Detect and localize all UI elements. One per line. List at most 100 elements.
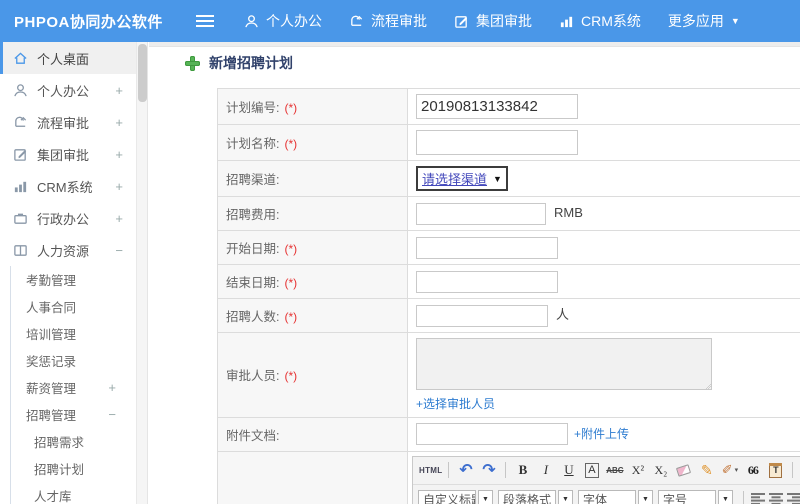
sidebar-subitem-hr-contract[interactable]: 人事合同: [11, 293, 136, 320]
edit-icon: [14, 148, 27, 161]
topnav-group-approval[interactable]: 集团审批: [454, 11, 532, 31]
align-left-button[interactable]: [751, 493, 765, 504]
collapse-icon[interactable]: −: [108, 407, 116, 422]
attachment-input[interactable]: [416, 423, 568, 446]
sidebar-item-workflow-approval[interactable]: 流程审批 +: [0, 106, 136, 138]
sidebar-item-crm-system[interactable]: CRM系统 +: [0, 170, 136, 202]
strikethrough-button[interactable]: ABC: [604, 460, 625, 481]
sidebar-item-admin-office[interactable]: 行政办公 +: [0, 202, 136, 234]
page-title: 新增招聘计划: [185, 53, 293, 73]
start-date-input[interactable]: [416, 236, 558, 259]
bold-button[interactable]: B: [512, 460, 533, 481]
bar-chart-icon: [560, 16, 573, 27]
paragraph-format-combo[interactable]: 段落格式 ▼: [498, 489, 573, 504]
content-top-strip: [149, 42, 800, 47]
headcount-input[interactable]: [416, 304, 548, 327]
channel-select[interactable]: 请选择渠道 ▼: [416, 166, 508, 191]
remove-format-button[interactable]: [673, 460, 694, 481]
caret-down-icon[interactable]: ▼: [638, 489, 653, 504]
align-right-icon: [787, 493, 800, 504]
form-row-plan-name: 计划名称: (*): [217, 124, 800, 161]
topnav-more-apps[interactable]: 更多应用 ▼: [668, 11, 740, 31]
sidebar-item-group-approval[interactable]: 集团审批 +: [0, 138, 136, 170]
end-date-input[interactable]: [416, 270, 558, 293]
expand-icon[interactable]: +: [115, 83, 123, 98]
caret-down-icon[interactable]: ▼: [478, 489, 493, 504]
sidebar-subitem-recruit-plan[interactable]: 招聘计划: [11, 455, 136, 482]
form-row-content-editor: HTML ↶ ↷ B I U A ABC X² X₂ ✎ ✐ ▾ 66 T 自定…: [217, 450, 800, 504]
sidebar: 个人桌面 个人办公 + 流程审批 + 集团审批 + CRM系统 + 行政办公 +…: [0, 42, 136, 504]
briefcase-icon: [14, 213, 27, 224]
sidebar-subitem-attendance[interactable]: 考勤管理: [11, 266, 136, 293]
expand-icon[interactable]: +: [115, 179, 123, 194]
plan-number-input[interactable]: [416, 94, 578, 119]
app-window: { "app": { "logo": "PHPOA协同办公软件" }, "top…: [0, 0, 800, 504]
collapse-icon[interactable]: −: [115, 243, 123, 258]
scrollbar-thumb[interactable]: [138, 44, 147, 102]
expand-icon[interactable]: +: [115, 147, 123, 162]
sidebar-subitem-salary[interactable]: 薪资管理 +: [11, 374, 136, 401]
align-left-icon: [751, 493, 765, 504]
sidebar-subitem-talent-pool[interactable]: 人才库: [11, 482, 136, 504]
caret-down-icon[interactable]: ▼: [718, 489, 733, 504]
caret-down-icon[interactable]: ▼: [558, 489, 573, 504]
approvers-textarea[interactable]: [416, 337, 712, 390]
hr-submenu: 考勤管理 人事合同 培训管理 奖惩记录 薪资管理 + 招聘管理 − 招聘需求 招聘计…: [10, 266, 136, 504]
subitem-label: 招聘需求: [34, 436, 85, 450]
field-label: 计划编号:: [226, 101, 280, 115]
plan-name-input[interactable]: [416, 130, 578, 155]
underline-button[interactable]: U: [558, 460, 579, 481]
brush-button[interactable]: ✎: [696, 460, 717, 481]
sidebar-subitem-rewards[interactable]: 奖惩记录: [11, 347, 136, 374]
topnav-personal-office[interactable]: 个人办公: [244, 11, 322, 31]
subitem-label: 奖惩记录: [26, 355, 77, 369]
expand-icon[interactable]: +: [115, 115, 123, 130]
redo-button[interactable]: ↷: [478, 460, 499, 481]
menu-toggle-icon[interactable]: [196, 12, 214, 30]
font-family-combo[interactable]: 字体 ▼: [578, 489, 653, 504]
superscript-button[interactable]: X²: [627, 460, 648, 481]
field-label: 附件文档:: [226, 428, 280, 443]
expand-icon[interactable]: +: [115, 211, 123, 226]
format-painter-button[interactable]: ✐ ▾: [719, 460, 740, 481]
form-row-approvers: 审批人员: (*) +选择审批人员: [217, 331, 800, 418]
italic-button[interactable]: I: [535, 460, 556, 481]
sidebar-item-personal-office[interactable]: 个人办公 +: [0, 74, 136, 106]
field-label: 审批人员:: [226, 369, 280, 384]
sidebar-subitem-recruit-demand[interactable]: 招聘需求: [11, 428, 136, 455]
topnav-label: 流程审批: [371, 13, 427, 29]
flow-icon: [15, 116, 27, 127]
paste-button[interactable]: T: [765, 460, 786, 481]
topnav-crm-system[interactable]: CRM系统: [559, 11, 641, 31]
undo-button[interactable]: ↶: [455, 460, 476, 481]
custom-heading-combo[interactable]: 自定义标题 ▼: [418, 489, 493, 504]
topnav-workflow-approval[interactable]: 流程审批: [349, 11, 427, 31]
sidebar-item-personal-desktop[interactable]: 个人桌面: [0, 42, 136, 74]
blockquote-button[interactable]: 66: [742, 460, 763, 481]
attachment-upload-link[interactable]: +附件上传: [574, 425, 629, 442]
sidebar-item-human-resources[interactable]: 人力资源 −: [0, 234, 136, 266]
sidebar-scrollbar[interactable]: [136, 42, 148, 504]
align-right-button[interactable]: [787, 493, 800, 504]
combo-value: 字体: [578, 489, 636, 504]
html-source-button[interactable]: HTML: [419, 460, 442, 481]
sidebar-item-label: 集团审批: [37, 147, 90, 163]
align-center-button[interactable]: [769, 493, 783, 504]
combo-value: 字号: [658, 489, 716, 504]
sidebar-subitem-recruitment[interactable]: 招聘管理 −: [11, 401, 136, 428]
select-approvers-link[interactable]: +选择审批人员: [416, 395, 495, 412]
top-header: PHPOA协同办公软件 个人办公 流程审批 集团审批 CRM系统 更多应用 ▼: [0, 0, 800, 42]
fee-input[interactable]: [416, 202, 546, 225]
font-size-combo[interactable]: 字号 ▼: [658, 489, 733, 504]
field-label: 招聘渠道:: [226, 173, 280, 187]
form-row-start-date: 开始日期: (*): [217, 230, 800, 265]
painter-icon: ✐: [721, 462, 733, 478]
subitem-label: 考勤管理: [26, 274, 77, 288]
expand-icon[interactable]: +: [108, 380, 116, 395]
sidebar-subitem-training[interactable]: 培训管理: [11, 320, 136, 347]
subscript-button[interactable]: X₂: [650, 460, 671, 481]
sidebar-item-label: 个人办公: [37, 83, 90, 99]
form-row-plan-number: 计划编号: (*): [217, 88, 800, 125]
form-row-channel: 招聘渠道: 请选择渠道 ▼: [217, 160, 800, 197]
border-text-button[interactable]: A: [585, 462, 599, 478]
